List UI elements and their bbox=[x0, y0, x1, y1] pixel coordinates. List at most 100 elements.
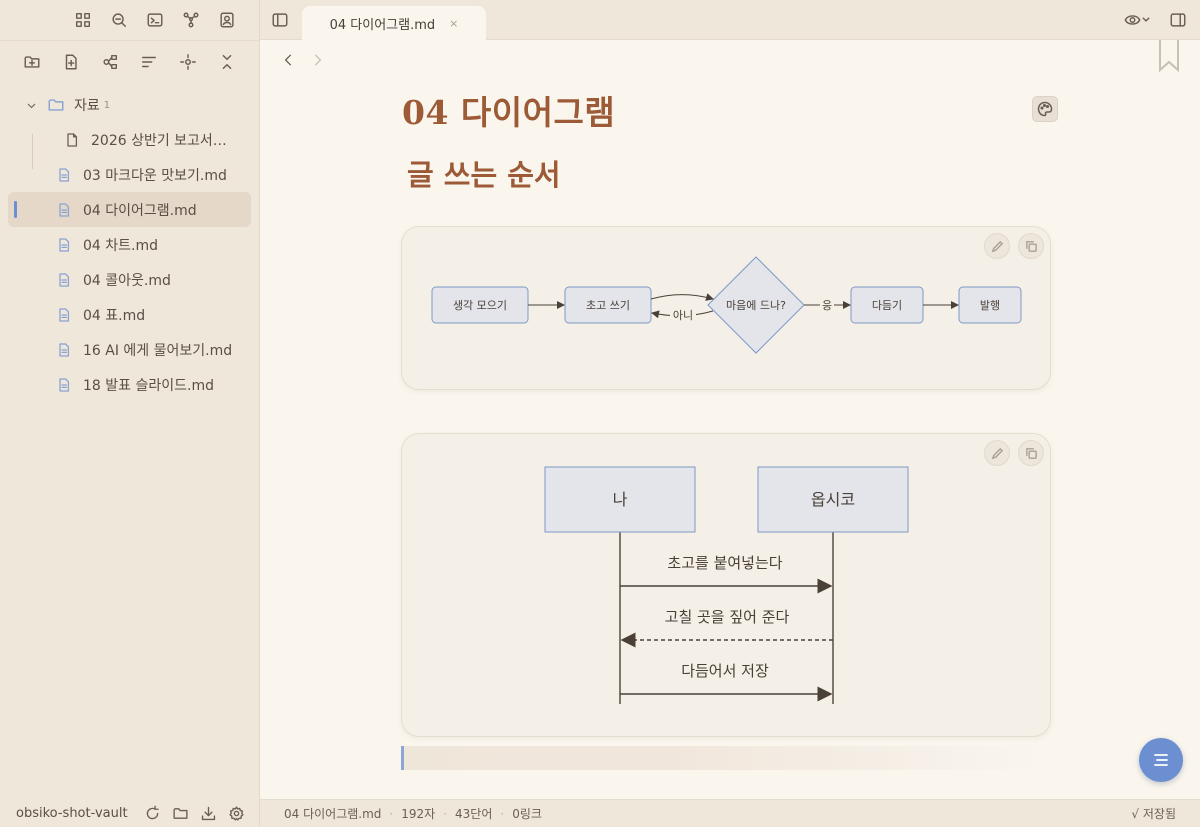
sidebar-ribbon bbox=[0, 0, 259, 40]
next-block-preview bbox=[401, 746, 1051, 770]
tab-title: 04 다이어그램.md bbox=[329, 17, 436, 33]
flowchart-block: 생각 모으기 초고 쓰기 마음에 드나? 다듬기 발행 아니 응 bbox=[401, 226, 1051, 390]
file-name: 04 표.md bbox=[83, 307, 146, 324]
svg-text:초고 쓰기: 초고 쓰기 bbox=[586, 299, 630, 312]
flow-node-publish: 발행 bbox=[958, 286, 1022, 324]
terminal-icon[interactable] bbox=[145, 10, 165, 30]
file-name: 04 콜아웃.md bbox=[83, 272, 171, 289]
file-explorer-actions bbox=[0, 40, 259, 82]
download-icon[interactable] bbox=[198, 803, 218, 823]
markdown-file-icon bbox=[54, 375, 74, 395]
file-item-active[interactable]: 04 다이어그램.md bbox=[8, 192, 251, 227]
flow-node-decision: 마음에 드나? bbox=[707, 256, 805, 354]
flowchart-diagram: 생각 모으기 초고 쓰기 마음에 드나? 다듬기 발행 아니 응 bbox=[431, 256, 1022, 354]
contact-icon[interactable] bbox=[217, 10, 237, 30]
reading-view-icon[interactable] bbox=[1122, 10, 1152, 30]
actor-me: 나 bbox=[544, 466, 696, 533]
folder-name: 자료 bbox=[74, 98, 100, 114]
vault-name[interactable]: obsiko-shot-vault bbox=[16, 806, 128, 821]
tab-close-icon[interactable]: × bbox=[449, 17, 458, 30]
search-icon[interactable] bbox=[109, 10, 129, 30]
folder-icon bbox=[46, 95, 66, 115]
file-item[interactable]: 18 발표 슬라이드.md bbox=[8, 367, 251, 402]
svg-text:나: 나 bbox=[613, 490, 628, 509]
theme-palette-button[interactable] bbox=[1032, 96, 1058, 122]
svg-text:발행: 발행 bbox=[980, 299, 1000, 312]
status-bar: 04 다이어그램.md · 192자 · 43단어 · 0링크 √ 저장됨 bbox=[260, 799, 1200, 827]
file-name: 04 차트.md bbox=[83, 237, 158, 254]
file-item[interactable]: 03 마크다운 맛보기.md bbox=[8, 157, 251, 192]
status-separator: · bbox=[443, 806, 448, 821]
status-filename: 04 다이어그램.md bbox=[284, 807, 382, 821]
file-item[interactable]: 16 AI 에게 물어보기.md bbox=[8, 332, 251, 367]
tab-bar-actions bbox=[1122, 10, 1188, 30]
file-name: 04 다이어그램.md bbox=[83, 202, 197, 219]
table-of-contents-button[interactable] bbox=[1139, 738, 1183, 782]
svg-text:마음에 드나?: 마음에 드나? bbox=[726, 299, 786, 312]
sync-icon[interactable] bbox=[142, 803, 162, 823]
file-name: 18 발표 슬라이드.md bbox=[83, 377, 214, 394]
status-separator: · bbox=[389, 806, 394, 821]
vault-footer: obsiko-shot-vault bbox=[0, 799, 260, 827]
status-word-count: 43단어 bbox=[455, 807, 493, 821]
sidebar: 자료 1 2026 상반기 보고서… 03 마크다운 맛보기.md 04 다이어… bbox=[0, 0, 260, 827]
toc-icon bbox=[1154, 754, 1168, 766]
status-separator: · bbox=[500, 806, 505, 821]
file-name: 03 마크다운 맛보기.md bbox=[83, 167, 227, 184]
file-item[interactable]: 2026 상반기 보고서… bbox=[8, 122, 251, 157]
sort-icon[interactable] bbox=[139, 52, 159, 72]
new-folder-icon[interactable] bbox=[22, 52, 42, 72]
file-tree: 자료 1 2026 상반기 보고서… 03 마크다운 맛보기.md 04 다이어… bbox=[0, 82, 259, 402]
toggle-right-sidebar-icon[interactable] bbox=[1168, 10, 1188, 30]
grid-icon[interactable] bbox=[73, 10, 93, 30]
history-nav bbox=[278, 50, 328, 70]
flow-node-polish: 다듬기 bbox=[850, 286, 924, 324]
reveal-file-icon[interactable] bbox=[178, 52, 198, 72]
sequence-diagram: 나 옵시코 초고를 붙여넣는다 고칠 곳을 짚어 준다 다듬어서 저장 bbox=[544, 466, 909, 704]
markdown-file-icon bbox=[54, 200, 74, 220]
markdown-file-icon bbox=[54, 340, 74, 360]
edge-label-yes: 응 bbox=[822, 299, 832, 312]
back-icon[interactable] bbox=[278, 50, 298, 70]
toggle-sidebar-icon[interactable] bbox=[270, 10, 290, 30]
canvas-icon[interactable] bbox=[100, 52, 120, 72]
markdown-file-icon bbox=[54, 165, 74, 185]
settings-gear-icon[interactable] bbox=[226, 803, 246, 823]
svg-text:옵시코: 옵시코 bbox=[811, 490, 855, 509]
flow-node-draft: 초고 쓰기 bbox=[564, 286, 652, 324]
file-item[interactable]: 04 차트.md bbox=[8, 227, 251, 262]
flow-node-collect: 생각 모으기 bbox=[431, 286, 529, 324]
sequence-diagram-block: 나 옵시코 초고를 붙여넣는다 고칠 곳을 짚어 준다 다듬어서 저장 bbox=[401, 433, 1051, 737]
edge-label-no: 아니 bbox=[673, 309, 693, 322]
open-folder-icon[interactable] bbox=[170, 803, 190, 823]
bookmark-icon[interactable] bbox=[1157, 40, 1181, 72]
message-label: 초고를 붙여넣는다 bbox=[667, 554, 782, 572]
file-item[interactable]: 04 표.md bbox=[8, 297, 251, 332]
markdown-file-icon bbox=[54, 235, 74, 255]
palette-icon bbox=[1037, 101, 1053, 117]
page-title: 04 다이어그램 bbox=[402, 93, 616, 132]
graph-icon[interactable] bbox=[181, 10, 201, 30]
status-saved: √ 저장됨 bbox=[1131, 807, 1176, 821]
file-item[interactable]: 04 콜아웃.md bbox=[8, 262, 251, 297]
chevron-down-icon[interactable] bbox=[24, 95, 38, 115]
tab-active[interactable]: 04 다이어그램.md × bbox=[302, 6, 486, 40]
markdown-file-icon bbox=[54, 270, 74, 290]
new-note-icon[interactable] bbox=[61, 52, 81, 72]
message-label: 고칠 곳을 짚어 준다 bbox=[665, 608, 790, 626]
folder-row[interactable]: 자료 1 bbox=[0, 88, 259, 122]
status-char-count: 192자 bbox=[401, 807, 436, 821]
collapse-all-icon[interactable] bbox=[217, 52, 237, 72]
file-name: 2026 상반기 보고서… bbox=[91, 132, 227, 149]
message-label: 다듬어서 저장 bbox=[681, 662, 769, 680]
forward-icon[interactable] bbox=[308, 50, 328, 70]
svg-text:다듬기: 다듬기 bbox=[872, 299, 902, 312]
svg-text:생각 모으기: 생각 모으기 bbox=[453, 299, 507, 312]
tab-bar: 04 다이어그램.md × bbox=[260, 0, 1200, 40]
actor-obsiko: 옵시코 bbox=[757, 466, 909, 533]
file-name: 16 AI 에게 물어보기.md bbox=[83, 342, 233, 359]
file-icon bbox=[62, 130, 82, 150]
markdown-file-icon bbox=[54, 305, 74, 325]
folder-count: 1 bbox=[103, 99, 111, 111]
section-heading: 글 쓰는 순서 bbox=[407, 158, 561, 192]
